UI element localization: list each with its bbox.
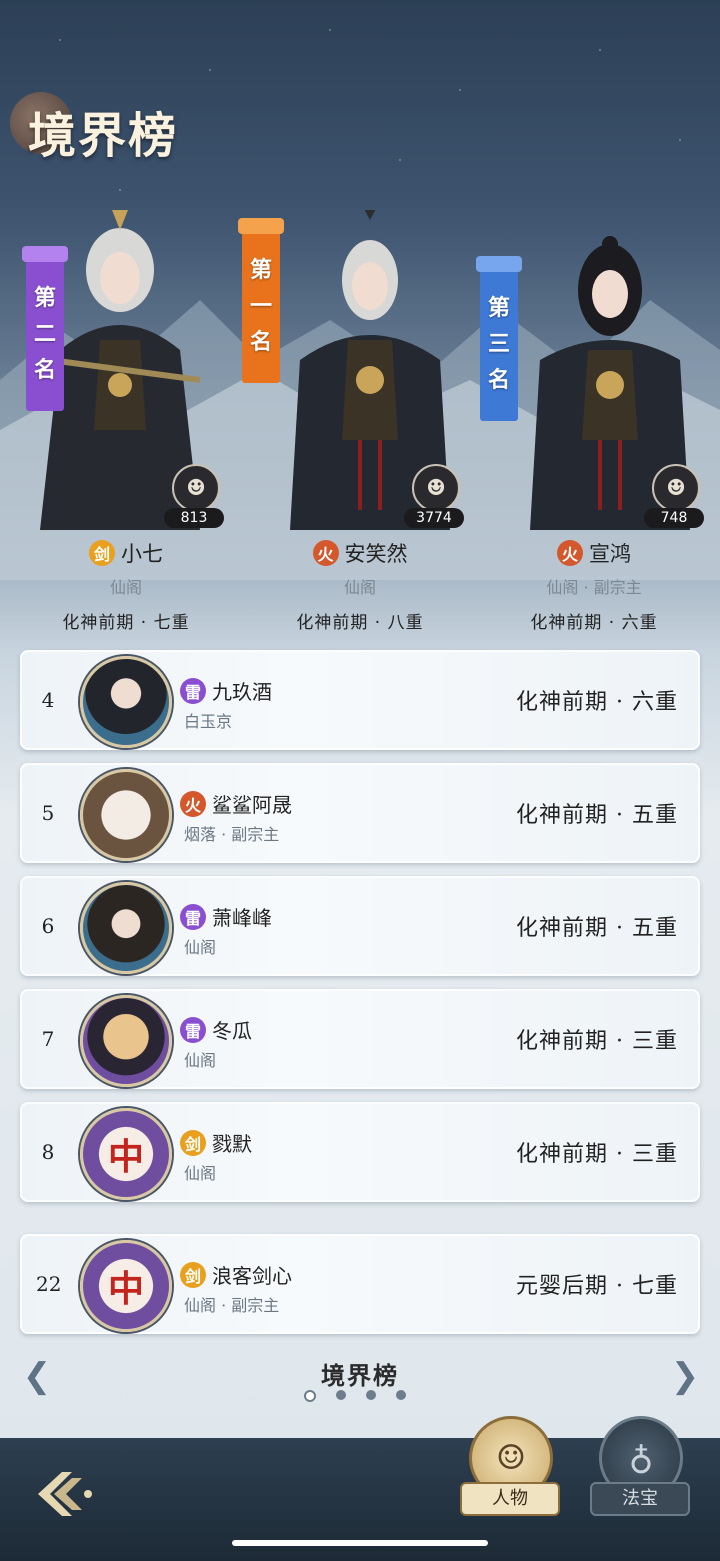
home-indicator [232, 1540, 488, 1546]
ranking-row[interactable]: 4 雷九玖酒 白玉京 化神前期 · 六重 [20, 650, 700, 750]
player-name: 宣鸿 [589, 542, 631, 566]
tab-treasures[interactable]: ♁ 法宝 [590, 1416, 690, 1528]
player-name: 小七 [121, 542, 163, 566]
player-realm: 化神前期 · 八重 [296, 613, 424, 633]
like-button[interactable]: ☻ 813 [164, 464, 224, 528]
player-name: 戮默 [212, 1132, 252, 1156]
player-name: 冬瓜 [212, 1019, 252, 1043]
rank-banner-third: 第三名 [476, 256, 522, 421]
rank-number: 7 [41, 1027, 55, 1051]
player-realm: 化神前期 · 五重 [516, 916, 678, 941]
player-sect: 仙阁 [184, 938, 217, 957]
player-realm: 化神前期 · 三重 [516, 1142, 678, 1167]
player-sect: 仙阁 [343, 578, 376, 597]
page-indicator [304, 1390, 406, 1402]
like-icon: ☻ [172, 464, 220, 512]
avatar [80, 656, 172, 748]
like-count: 3774 [404, 508, 464, 528]
element-badge: 剑 [89, 540, 115, 566]
page-title-text: 境界榜 [28, 108, 179, 164]
top-info-third[interactable]: 火宣鸿 仙阁 · 副宗主 化神前期 · 六重 [474, 538, 714, 633]
player-name: 九玖酒 [212, 680, 272, 704]
player-sect: 仙阁 · 副宗主 [184, 1296, 280, 1315]
element-badge: 剑 [180, 1261, 206, 1288]
player-name: 浪客剑心 [212, 1264, 292, 1288]
player-name: 萧峰峰 [212, 906, 272, 930]
page-title: 境界榜 [10, 88, 210, 178]
top-info-second[interactable]: 剑小七 仙阁 化神前期 · 七重 [6, 538, 246, 633]
pager-title: 境界榜 [321, 1361, 399, 1390]
like-button[interactable]: ☻ 748 [644, 464, 704, 528]
page-dot[interactable] [396, 1390, 406, 1400]
element-badge: 剑 [180, 1129, 206, 1156]
page-dot[interactable] [336, 1390, 346, 1400]
like-count: 748 [644, 508, 704, 528]
rank-number: 22 [36, 1272, 62, 1296]
chevron-right-icon[interactable]: ❯ [670, 1356, 700, 1396]
like-button[interactable]: ☻ 3774 [404, 464, 464, 528]
self-ranking-row[interactable]: 22 中 剑浪客剑心 仙阁 · 副宗主 元婴后期 · 七重 [20, 1234, 700, 1334]
rank-banner-first: 第一名 [238, 218, 284, 383]
mahjong-tile-glyph: 中 [107, 1268, 144, 1310]
page-dot[interactable] [366, 1390, 376, 1400]
ranking-row[interactable]: 6 雷萧峰峰 仙阁 化神前期 · 五重 [20, 876, 700, 976]
avatar [80, 882, 172, 974]
element-badge: 雷 [180, 903, 206, 930]
like-count: 813 [164, 508, 224, 528]
mahjong-tile-glyph: 中 [107, 1136, 144, 1178]
podium-second[interactable]: 第二名 ☻ 813 [0, 210, 230, 530]
ranking-row[interactable]: 8 中 剑戮默 仙阁 化神前期 · 三重 [20, 1102, 700, 1202]
element-badge: 火 [312, 540, 339, 566]
element-badge: 火 [557, 540, 583, 566]
player-realm: 化神前期 · 六重 [530, 613, 658, 633]
player-name: 鲨鲨阿晟 [212, 793, 292, 817]
rank-number: 8 [41, 1140, 55, 1164]
avatar: 中 [80, 1240, 172, 1332]
tab-label: 法宝 [590, 1482, 690, 1516]
rank-number: 5 [41, 801, 55, 825]
player-realm: 元婴后期 · 七重 [516, 1274, 678, 1299]
player-sect: 白玉京 [184, 712, 233, 731]
player-sect: 仙阁 [184, 1051, 217, 1070]
avatar: 中 [80, 1108, 172, 1200]
element-badge: 雷 [180, 677, 206, 704]
tab-characters[interactable]: ☺ 人物 [460, 1416, 560, 1528]
page-dot-active[interactable] [304, 1390, 316, 1402]
rank-number: 6 [41, 914, 55, 938]
player-sect: 烟落 · 副宗主 [184, 825, 280, 844]
element-badge: 雷 [180, 1016, 206, 1043]
rank-banner-second: 第二名 [22, 246, 68, 411]
player-sect: 仙阁 [184, 1164, 217, 1183]
player-realm: 化神前期 · 三重 [516, 1029, 678, 1054]
player-realm: 化神前期 · 六重 [516, 690, 678, 715]
ranking-row[interactable]: 5 火鲨鲨阿晟 烟落 · 副宗主 化神前期 · 五重 [20, 763, 700, 863]
player-sect: 仙阁 · 副宗主 [546, 578, 642, 597]
rank-number: 4 [41, 688, 55, 712]
tab-label: 人物 [460, 1482, 560, 1516]
player-realm: 化神前期 · 五重 [516, 803, 678, 828]
avatar [80, 769, 172, 861]
top-info-first[interactable]: 火安笑然 仙阁 化神前期 · 八重 [240, 538, 480, 633]
back-arrow-icon[interactable] [28, 1464, 98, 1524]
player-name: 安笑然 [344, 542, 408, 566]
like-icon: ☻ [412, 464, 460, 512]
podium-first[interactable]: 第一名 ☻ 3774 [238, 210, 470, 530]
element-badge: 火 [180, 790, 206, 817]
podium-third[interactable]: 第三名 ☻ 748 [476, 210, 710, 530]
footer-bar: ☺ 人物 ♁ 法宝 [0, 1416, 720, 1561]
leaderboard-pager: ❮ 境界榜 ❯ [0, 1348, 720, 1408]
avatar [80, 995, 172, 1087]
player-realm: 化神前期 · 七重 [62, 613, 190, 633]
ranking-row[interactable]: 7 雷冬瓜 仙阁 化神前期 · 三重 [20, 989, 700, 1089]
player-sect: 仙阁 [109, 578, 142, 597]
like-icon: ☻ [652, 464, 700, 512]
